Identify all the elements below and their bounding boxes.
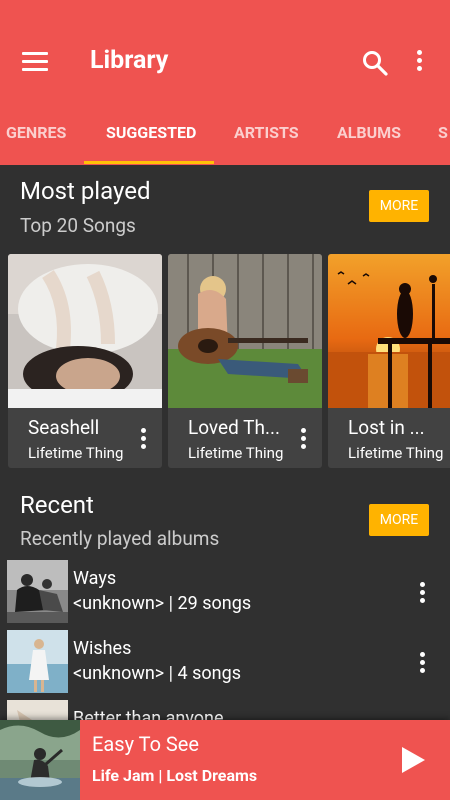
page-title: Library: [90, 46, 169, 75]
song-card[interactable]: Seashell Lifetime Thing: [8, 254, 162, 468]
more-vert-icon[interactable]: [416, 652, 428, 674]
more-vert-icon[interactable]: [408, 50, 430, 76]
album-subtitle: <unknown> | 4 songs: [73, 663, 242, 684]
tab-suggested[interactable]: SUGGESTED: [106, 118, 196, 165]
album-title: Ways: [73, 568, 117, 589]
album-art: [328, 254, 450, 408]
most-played-subtitle: Top 20 Songs: [20, 214, 136, 237]
song-title: Lost in ...: [348, 416, 425, 439]
recent-subtitle: Recently played albums: [20, 527, 220, 550]
album-row[interactable]: Ways <unknown> | 29 songs: [0, 560, 450, 626]
now-playing-title: Easy To See: [92, 732, 200, 756]
album-thumbnail: [7, 630, 68, 693]
song-title: Loved Th...: [188, 416, 280, 439]
menu-icon[interactable]: [22, 52, 48, 72]
song-title: Seashell: [28, 416, 100, 439]
more-vert-icon[interactable]: [416, 582, 428, 604]
album-art: [168, 254, 322, 408]
now-playing-subtitle: Life Jam | Lost Dreams: [92, 766, 258, 785]
tab-bar: GENRES SUGGESTED ARTISTS ALBUMS S: [0, 118, 450, 165]
song-card[interactable]: Loved Th... Lifetime Thing: [168, 254, 322, 468]
tab-genres[interactable]: GENRES: [6, 118, 66, 165]
tab-songs[interactable]: S: [438, 118, 448, 165]
song-artist: Lifetime Thing: [188, 444, 284, 462]
most-played-more-button[interactable]: MORE: [369, 190, 429, 222]
more-vert-icon[interactable]: [296, 428, 310, 450]
album-thumbnail: [7, 560, 68, 623]
album-title: Wishes: [73, 638, 132, 659]
play-icon[interactable]: [398, 744, 428, 776]
toolbar: Library: [0, 0, 450, 120]
more-vert-icon[interactable]: [136, 428, 150, 450]
tab-albums[interactable]: ALBUMS: [337, 118, 401, 165]
now-playing-bar[interactable]: Easy To See Life Jam | Lost Dreams: [0, 720, 450, 800]
recent-more-button[interactable]: MORE: [369, 504, 429, 536]
tab-indicator: [84, 161, 214, 164]
most-played-carousel: Seashell Lifetime Thing Loved Th... Life…: [8, 254, 450, 468]
app-bar: Library GENRES SUGGESTED ARTISTS ALBUMS …: [0, 0, 450, 165]
search-icon[interactable]: [362, 50, 388, 76]
song-artist: Lifetime Thing: [28, 444, 124, 462]
album-row[interactable]: Wishes <unknown> | 4 songs: [0, 630, 450, 696]
recent-title: Recent: [20, 491, 94, 519]
now-playing-art: [0, 720, 80, 800]
album-art: [8, 254, 162, 408]
album-subtitle: <unknown> | 29 songs: [73, 593, 252, 614]
song-card[interactable]: Lost in ... Lifetime Thing: [328, 254, 450, 468]
tab-artists[interactable]: ARTISTS: [234, 118, 299, 165]
song-artist: Lifetime Thing: [348, 444, 444, 462]
most-played-title: Most played: [20, 177, 151, 205]
